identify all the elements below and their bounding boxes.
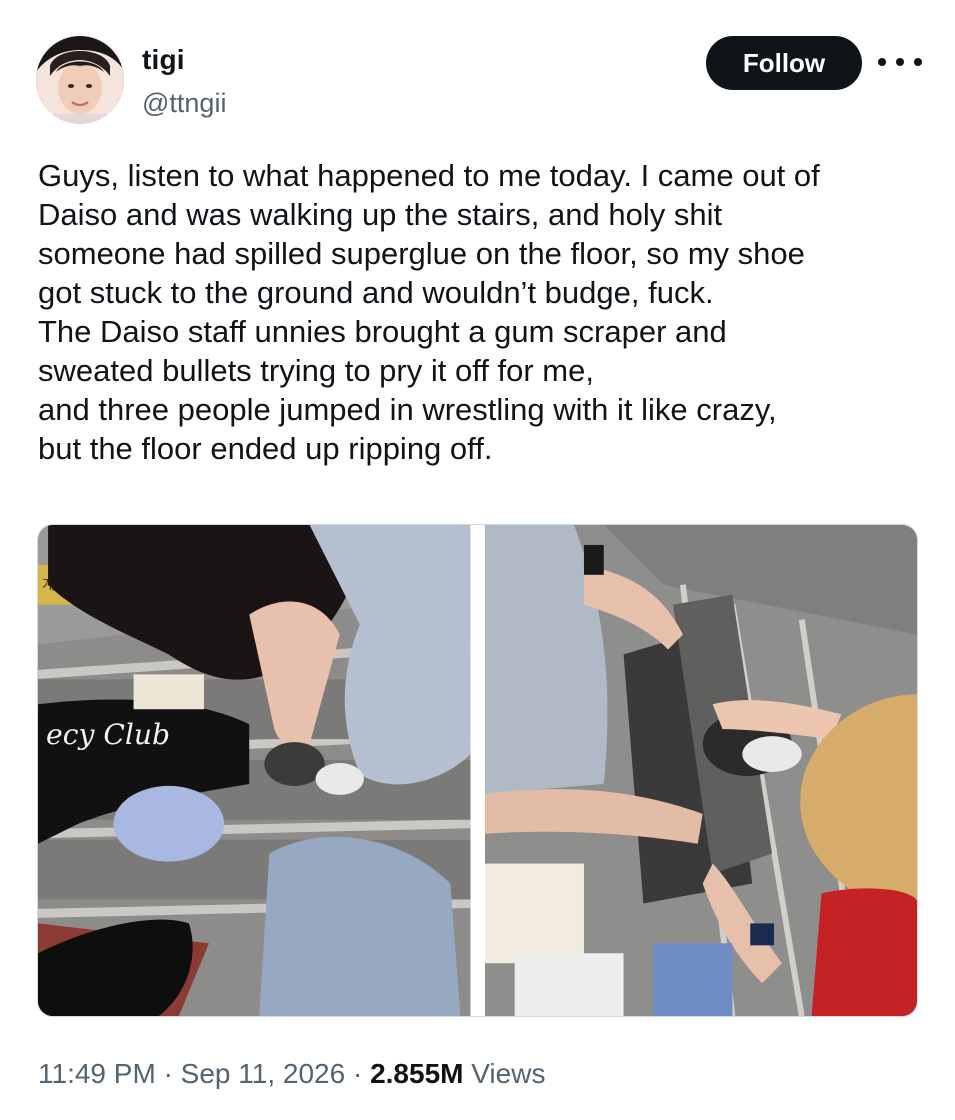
avatar[interactable] — [36, 36, 124, 124]
more-dot — [914, 58, 922, 66]
avatar-image — [36, 36, 124, 124]
tweet-media[interactable]: 계단안내 ecy Club — [37, 524, 918, 1017]
author-handle[interactable]: @ttngii — [142, 88, 226, 119]
tweet-line: someone had spilled superglue on the flo… — [38, 236, 805, 271]
views-label: Views — [471, 1058, 546, 1089]
author-name[interactable]: tigi — [142, 44, 185, 76]
tweet-line: Daiso and was walking up the stairs, and… — [38, 197, 723, 232]
follow-button[interactable]: Follow — [706, 36, 862, 90]
tweet-date[interactable]: Sep 11, 2026 — [181, 1058, 346, 1089]
more-dot — [896, 58, 904, 66]
media-photo-right[interactable] — [484, 525, 917, 1016]
tweet-header: tigi @ttngii Follow — [36, 34, 926, 130]
views-count: 2.855M — [370, 1058, 464, 1089]
tweet-line: got stuck to the ground and wouldn’t bud… — [38, 275, 714, 310]
meta-separator: · — [352, 1058, 363, 1089]
meta-separator: · — [163, 1058, 173, 1089]
tweet-meta: 11:49 PM · Sep 11, 2026 · 2.855M Views — [38, 1058, 545, 1090]
tweet-line: and three people jumped in wrestling wit… — [38, 392, 777, 427]
more-horizontal-icon[interactable] — [878, 50, 922, 74]
shirt-text: ecy Club — [46, 718, 170, 751]
stairs-photo-right — [484, 525, 917, 1016]
tweet-line: Guys, listen to what happened to me toda… — [38, 158, 820, 193]
media-photo-left[interactable]: 계단안내 ecy Club — [38, 525, 471, 1016]
tweet-line: sweated bullets trying to pry it off for… — [38, 353, 594, 388]
tweet-line: The Daiso staff unnies brought a gum scr… — [38, 314, 727, 349]
tweet-text: Guys, listen to what happened to me toda… — [38, 156, 938, 468]
tweet-line: but the floor ended up ripping off. — [38, 431, 493, 466]
tweet-time[interactable]: 11:49 PM — [38, 1058, 156, 1089]
more-dot — [878, 58, 886, 66]
stairs-photo-left: 계단안내 ecy Club — [38, 525, 471, 1016]
